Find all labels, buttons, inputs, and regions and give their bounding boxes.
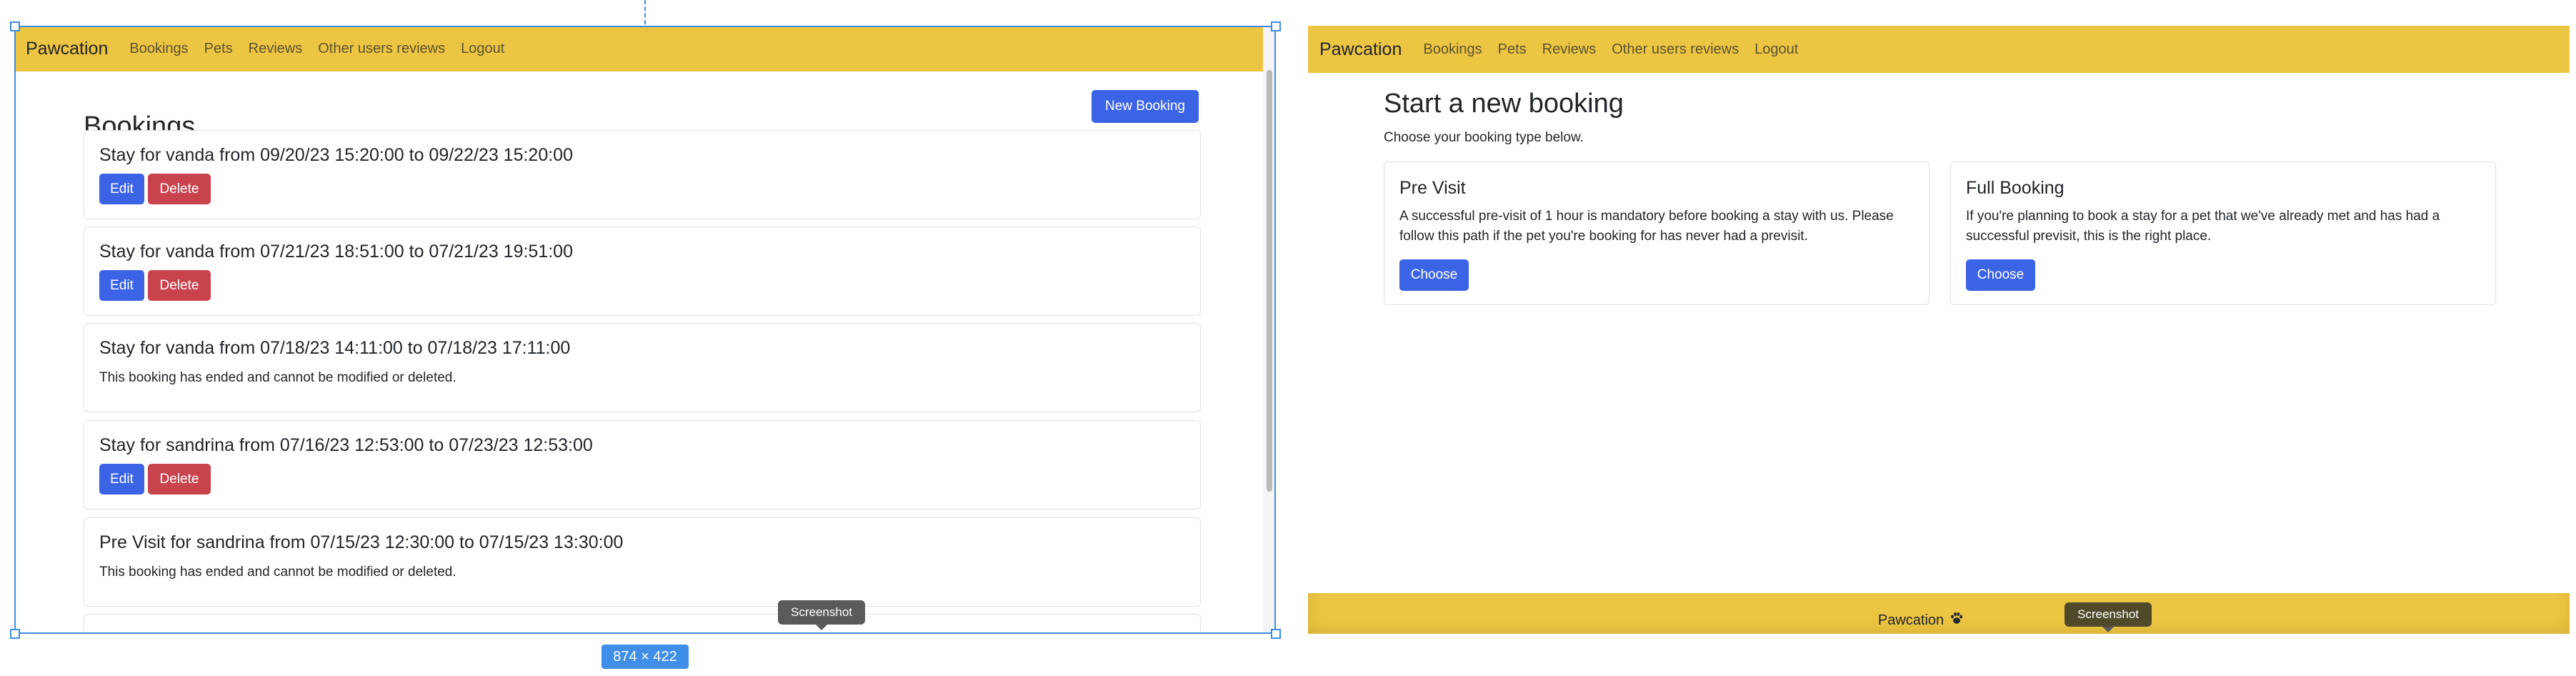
choose-pre-visit-button[interactable]: Choose: [1399, 259, 1469, 291]
booking-type-card-pre-visit: Pre Visit A successful pre-visit of 1 ho…: [1384, 161, 1929, 305]
booking-type-description: A successful pre-visit of 1 hour is mand…: [1399, 209, 1894, 244]
nav-link-logout[interactable]: Logout: [1754, 41, 1798, 58]
booking-type-title: Full Booking: [1966, 178, 2065, 198]
screenshot-tooltip[interactable]: Screenshot: [778, 600, 865, 630]
navbar: Pawcation Bookings Pets Reviews Other us…: [1308, 26, 2570, 73]
footer-brand: Pawcation: [1878, 611, 1964, 630]
brand-logo[interactable]: Pawcation: [1319, 39, 1402, 60]
choose-full-booking-button[interactable]: Choose: [1966, 259, 2035, 291]
screenshot-tooltip[interactable]: Screenshot: [2065, 602, 2152, 632]
nav-link-other-users-reviews[interactable]: Other users reviews: [1612, 41, 1739, 58]
nav-link-bookings[interactable]: Bookings: [1423, 41, 1482, 58]
page-subtitle: Choose your booking type below.: [1384, 130, 1584, 145]
nav-link-pets[interactable]: Pets: [1498, 41, 1527, 58]
new-booking-page-panel: Pawcation Bookings Pets Reviews Other us…: [1308, 26, 2570, 634]
page-title: Start a new booking: [1384, 89, 1624, 119]
paw-icon: [1950, 611, 1964, 630]
nav-link-reviews[interactable]: Reviews: [1542, 41, 1597, 58]
booking-type-description: If you're planning to book a stay for a …: [1966, 209, 2440, 244]
selection-border: [14, 26, 1276, 634]
resize-handle-bottom-left[interactable]: [10, 629, 20, 639]
booking-type-title: Pre Visit: [1399, 178, 1466, 198]
resize-handle-bottom-right[interactable]: [1271, 629, 1281, 639]
resize-handle-top-left[interactable]: [10, 21, 20, 31]
selection-dimensions-label: 874 × 422: [601, 645, 689, 669]
footer-brand-text: Pawcation: [1877, 612, 1945, 628]
booking-type-card-full-booking: Full Booking If you're planning to book …: [1950, 161, 2496, 305]
selection-guide-line: [644, 0, 646, 24]
resize-handle-top-right[interactable]: [1271, 21, 1281, 31]
footer: Pawcation: [1308, 593, 2570, 634]
